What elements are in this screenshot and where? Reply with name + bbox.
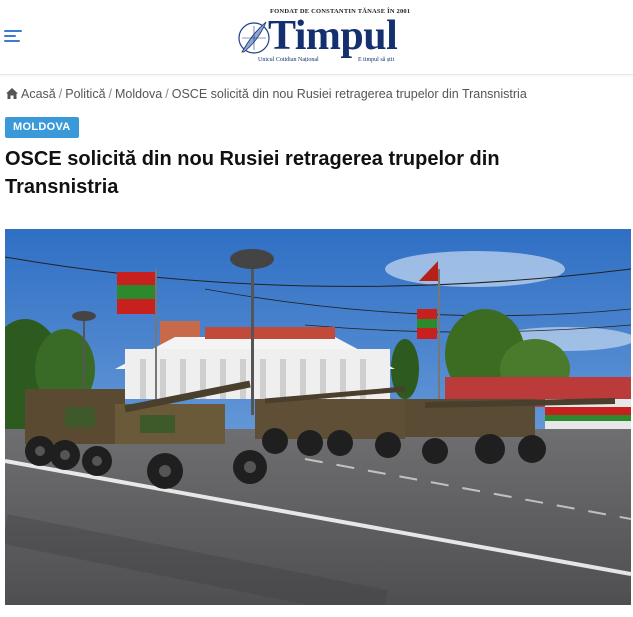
- breadcrumb: Acasă / Politică / Moldova / OSCE solicită din…: [6, 87, 527, 101]
- breadcrumb-home[interactable]: Acasă: [21, 87, 56, 101]
- logo-subtitle-left: Unicul Cotidian Național: [258, 57, 319, 63]
- article-title: OSCE solicită din nou Rusiei retragerea …: [5, 148, 500, 198]
- parade-photo: [5, 229, 631, 605]
- hamburger-menu-icon[interactable]: [4, 28, 22, 44]
- logo-quill-icon: [238, 21, 270, 54]
- logo-subtitle-right: E timpul să știi: [358, 57, 395, 63]
- home-icon[interactable]: [6, 88, 18, 99]
- logo-wordmark: Timpul: [268, 13, 398, 59]
- category-badge[interactable]: MOLDOVA: [5, 117, 79, 138]
- breadcrumb-politica[interactable]: Politică: [65, 87, 105, 101]
- site-header: FONDAT DE CONSTANTIN TĂNASE ÎN 2001 Timp…: [0, 0, 633, 75]
- breadcrumb-separator: /: [58, 87, 63, 101]
- breadcrumb-separator: /: [108, 87, 113, 101]
- breadcrumb-separator: /: [165, 87, 169, 101]
- breadcrumb-moldova[interactable]: Moldova: [115, 87, 162, 101]
- site-logo[interactable]: FONDAT DE CONSTANTIN TĂNASE ÎN 2001 Timp…: [234, 6, 410, 68]
- article-featured-image: [5, 229, 631, 605]
- breadcrumb-current: OSCE solicită din nou Rusiei retragerea …: [171, 87, 527, 101]
